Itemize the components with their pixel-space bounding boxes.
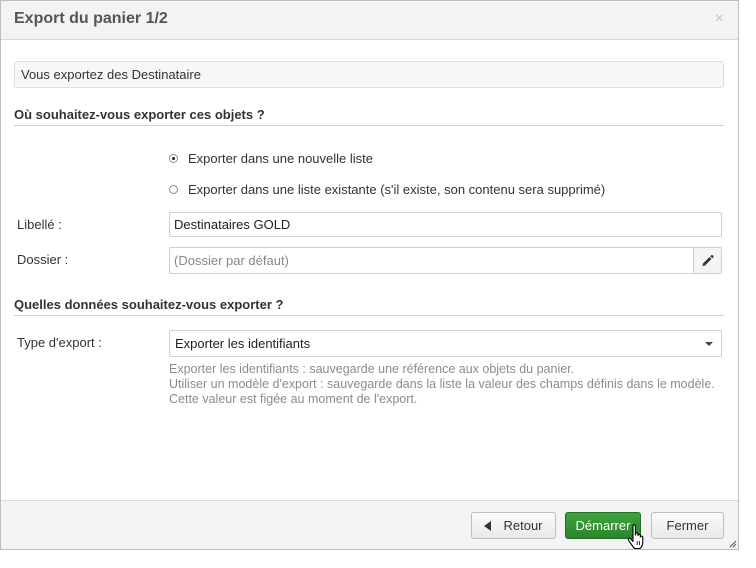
help-line-model: Utiliser un modèle d'export : sauvegarde…	[169, 377, 715, 406]
radio-existing-list-label: Exporter dans une liste existante (s'il …	[188, 182, 606, 197]
radio-button-checked[interactable]	[169, 154, 178, 163]
export-type-value: Exporter les identifiants	[175, 336, 311, 351]
back-button[interactable]: Retour	[471, 512, 556, 539]
close-icon[interactable]: ×	[715, 10, 724, 28]
radio-button[interactable]	[169, 185, 178, 194]
libelle-label: Libellé :	[17, 217, 62, 232]
start-button-label: Démarrer	[575, 518, 631, 533]
export-dialog: Export du panier 1/2 × Vous exportez des…	[0, 0, 739, 550]
section-title-data: Quelles données souhaitez-vous exporter …	[14, 297, 724, 316]
export-help-text: Exporter les identifiants : sauvegarde u…	[169, 362, 719, 407]
help-line-identifiers: Exporter les identifiants : sauvegarde u…	[169, 362, 575, 376]
chevron-down-icon	[705, 342, 713, 346]
libelle-input[interactable]	[169, 212, 722, 237]
arrow-left-icon	[484, 520, 492, 531]
close-button[interactable]: Fermer	[651, 512, 724, 539]
resize-grip-icon[interactable]	[729, 540, 737, 548]
back-button-label: Retour	[503, 518, 543, 533]
export-type-label: Type d'export :	[17, 335, 102, 350]
dossier-label: Dossier :	[17, 252, 69, 267]
close-button-label: Fermer	[666, 518, 709, 533]
dossier-input[interactable]	[170, 248, 694, 273]
export-type-select[interactable]: Exporter les identifiants	[169, 330, 722, 357]
hand-cursor-icon	[627, 524, 644, 550]
dossier-field	[169, 247, 722, 274]
radio-existing-list[interactable]: Exporter dans une liste existante (s'il …	[169, 182, 605, 197]
info-bar: Vous exportez des Destinataire	[14, 61, 724, 88]
dialog-title: Export du panier 1/2	[14, 10, 168, 27]
pencil-icon	[702, 254, 714, 266]
edit-folder-button[interactable]	[693, 248, 721, 273]
section-title-destination: Où souhaitez-vous exporter ces objets ?	[14, 107, 724, 126]
radio-new-list[interactable]: Exporter dans une nouvelle liste	[169, 151, 373, 166]
radio-new-list-label: Exporter dans une nouvelle liste	[188, 151, 374, 166]
dialog-header: Export du panier 1/2 ×	[1, 1, 738, 40]
